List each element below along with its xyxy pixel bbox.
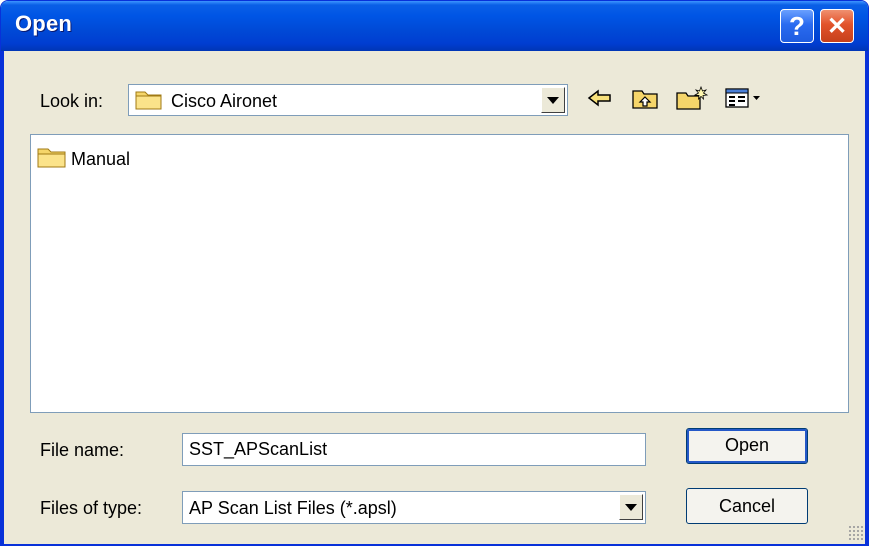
view-menu-button[interactable] <box>723 86 769 114</box>
filetype-label: Files of type: <box>40 498 143 518</box>
close-icon: ✕ <box>826 12 848 40</box>
open-dialog-window: Open ? ✕ Look in: Cisco Aironet Manual F… <box>0 0 869 546</box>
close-button[interactable]: ✕ <box>820 9 854 43</box>
lookin-value: Cisco Aironet <box>171 91 278 111</box>
back-button[interactable] <box>585 86 615 114</box>
filename-label: File name: <box>40 440 125 460</box>
up-folder-icon <box>631 86 659 115</box>
up-one-level-button[interactable] <box>629 86 661 114</box>
back-icon <box>587 88 613 113</box>
cancel-button-label: Cancel <box>718 495 776 516</box>
folder-icon <box>37 145 67 174</box>
open-button[interactable]: Open <box>686 428 808 464</box>
help-button[interactable]: ? <box>780 9 814 43</box>
chevron-down-icon <box>625 503 637 511</box>
filetype-value: AP Scan List Files (*.apsl) <box>189 498 397 518</box>
resize-grip-icon[interactable] <box>848 525 864 541</box>
lookin-dropdown-button[interactable] <box>541 87 565 113</box>
dialog-title: Open <box>15 11 73 36</box>
chevron-down-icon <box>547 96 559 104</box>
create-new-folder-button[interactable] <box>674 85 710 116</box>
cancel-button[interactable]: Cancel <box>686 488 808 524</box>
filename-input[interactable]: SST_APScanList <box>182 433 646 466</box>
list-item[interactable]: Manual <box>37 145 130 174</box>
filetype-dropdown-button[interactable] <box>619 494 643 520</box>
list-item-label: Manual <box>71 149 131 169</box>
view-menu-icon <box>724 86 768 115</box>
folder-icon <box>135 88 163 115</box>
filetype-dropdown[interactable]: AP Scan List Files (*.apsl) <box>182 491 646 524</box>
help-icon: ? <box>789 10 805 41</box>
lookin-label: Look in: <box>40 91 104 111</box>
title-bar[interactable]: Open ? ✕ <box>1 1 868 51</box>
file-list[interactable]: Manual <box>30 134 849 413</box>
open-button-label: Open <box>724 435 770 455</box>
lookin-dropdown[interactable]: Cisco Aironet <box>128 84 568 116</box>
new-folder-icon <box>675 85 709 116</box>
